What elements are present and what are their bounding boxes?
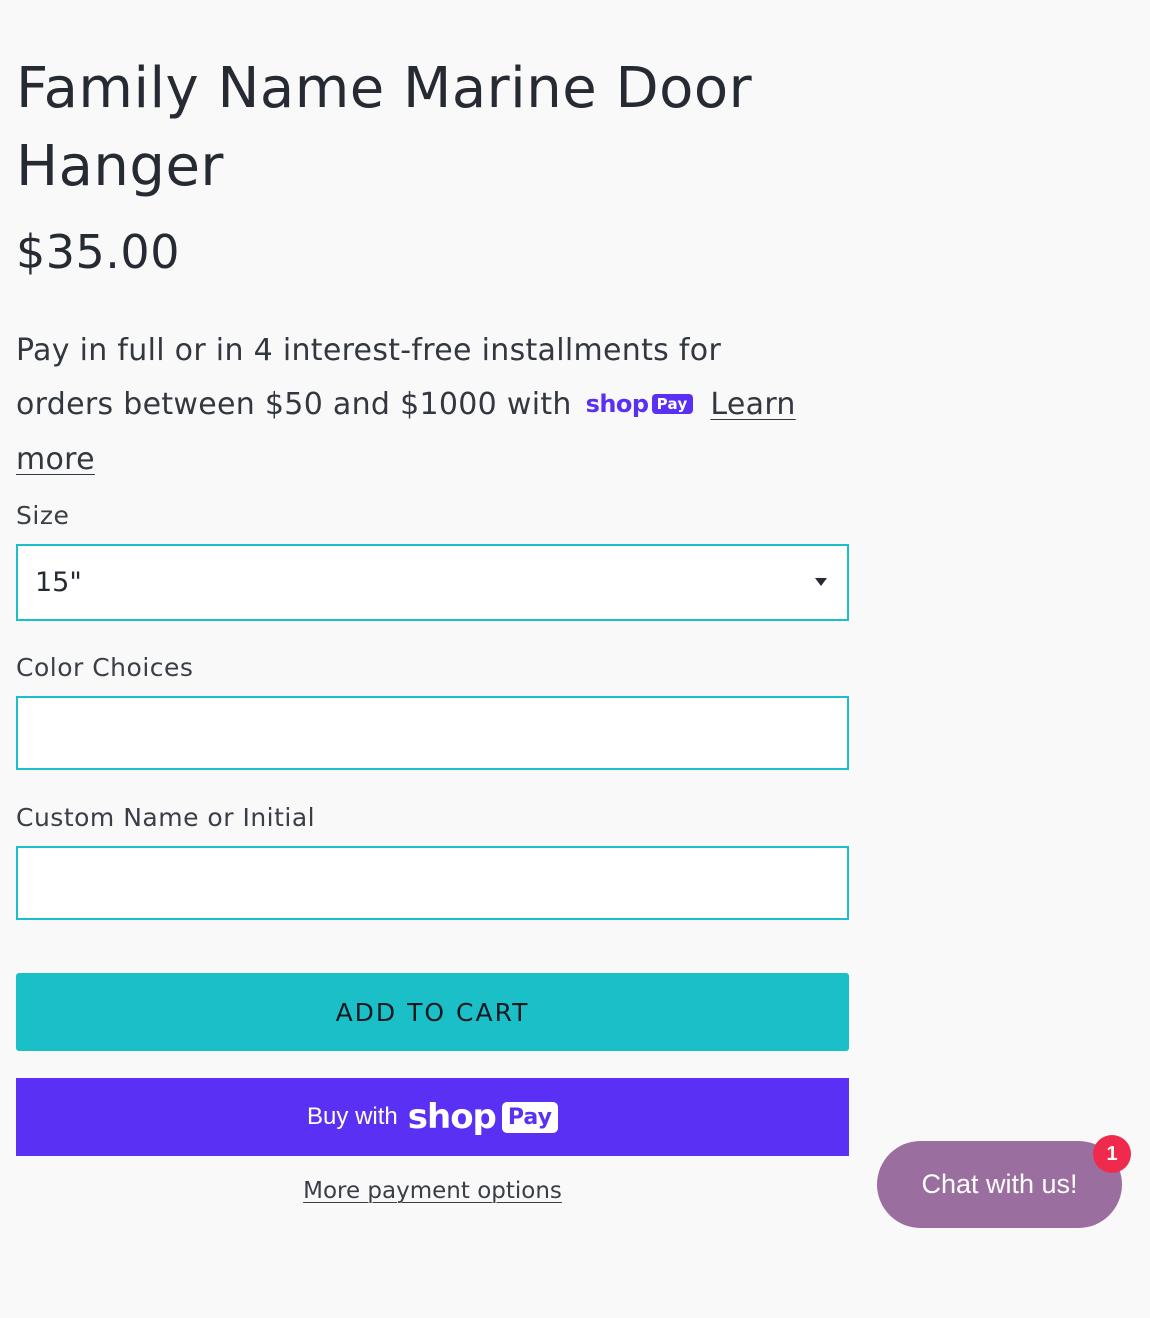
shoppay-logo: shop Pay — [586, 377, 693, 431]
color-choices-label: Color Choices — [16, 653, 194, 682]
buy-with-label: Buy with — [307, 1103, 398, 1130]
chat-notification-badge: 1 — [1093, 1135, 1131, 1173]
chat-button[interactable]: Chat with us! — [877, 1141, 1122, 1228]
custom-name-label: Custom Name or Initial — [16, 803, 316, 832]
color-choices-input[interactable] — [18, 698, 847, 768]
chat-label: Chat with us! — [921, 1169, 1078, 1199]
installments-message: Pay in full or in 4 interest-free instal… — [16, 324, 806, 487]
more-payment-options: More payment options — [16, 1175, 849, 1207]
custom-name-input[interactable] — [18, 848, 847, 918]
product-price: $35.00 — [16, 225, 180, 279]
size-label: Size — [16, 501, 70, 530]
add-to-cart-button[interactable]: ADD TO CART — [16, 973, 849, 1051]
shop-wordmark: shop — [407, 1097, 497, 1137]
pay-badge: Pay — [501, 1101, 558, 1133]
buy-with-shoppay-button[interactable]: Buy with shop Pay — [16, 1078, 849, 1156]
product-title: Family Name Marine Door Hanger — [16, 56, 753, 199]
custom-name-field-wrapper — [16, 846, 849, 920]
color-choices-field-wrapper — [16, 696, 849, 770]
shop-wordmark: shop — [585, 389, 650, 418]
pay-badge: Pay — [651, 393, 693, 414]
size-select[interactable]: 15" — [16, 544, 849, 621]
more-payment-options-link[interactable]: More payment options — [303, 1178, 562, 1204]
chevron-down-icon — [815, 578, 827, 586]
size-selected-value: 15" — [35, 567, 82, 598]
